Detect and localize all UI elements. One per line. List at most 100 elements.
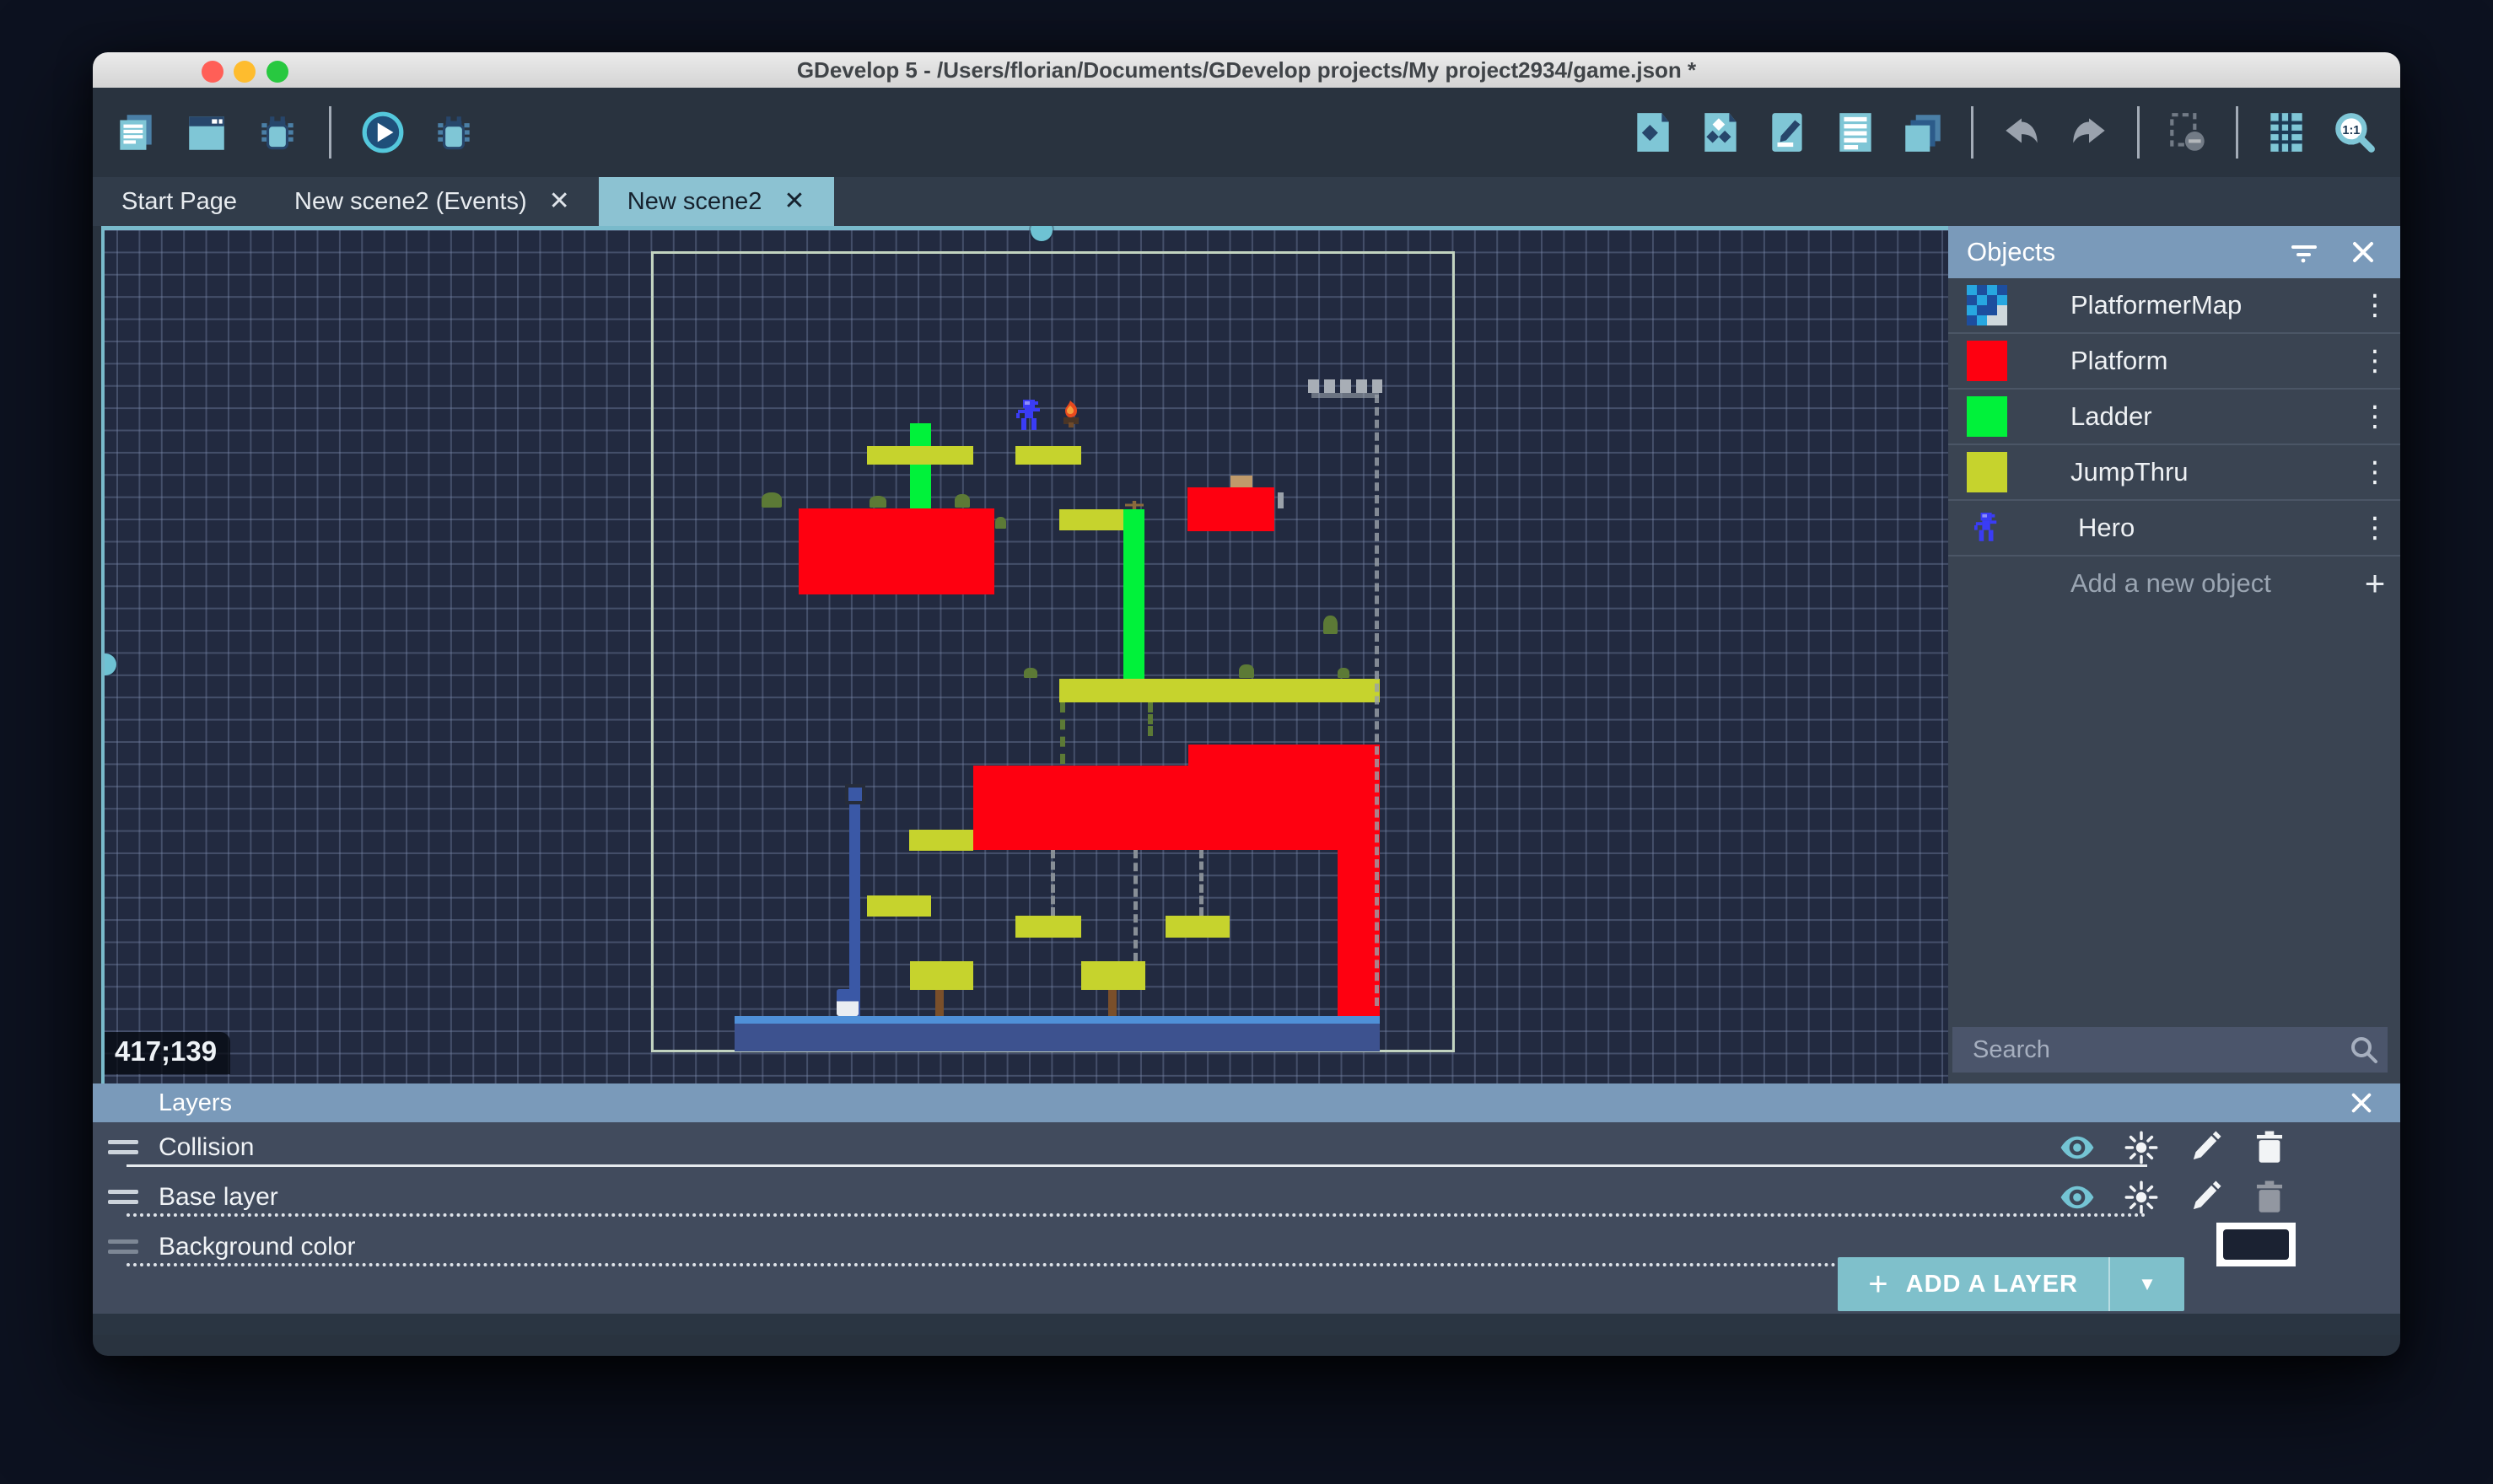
scene-object-vine[interactable] <box>1148 702 1153 736</box>
scene-object-jumpthru[interactable] <box>1166 916 1230 938</box>
scene-object-grass[interactable] <box>1024 668 1037 678</box>
scene-object-grass[interactable] <box>1239 664 1254 678</box>
scene-object-dashline[interactable] <box>1375 395 1379 1006</box>
redo-icon[interactable] <box>2065 108 2113 157</box>
tab-start-page[interactable]: Start Page <box>93 177 266 226</box>
scene-object-torch[interactable] <box>1060 401 1082 427</box>
object-row-ladder[interactable]: Ladder⋮ <box>1948 390 2400 445</box>
add-object-plus-icon[interactable]: + <box>2350 563 2400 604</box>
scene-object-platform[interactable] <box>1187 487 1274 531</box>
add-layer-button[interactable]: + ADD A LAYER ▼ <box>1838 1257 2184 1311</box>
scene-object-platform[interactable] <box>1338 850 1380 1016</box>
scene-object-figure[interactable] <box>837 989 859 1016</box>
scene-object-chain[interactable] <box>1133 850 1138 961</box>
drag-handle-icon[interactable] <box>108 1234 138 1260</box>
scene-object-crate[interactable] <box>1230 476 1252 487</box>
scene-object-grayblocks[interactable] <box>1308 379 1382 393</box>
object-row-platformermap[interactable]: PlatformerMap⋮ <box>1948 278 2400 334</box>
effects-icon[interactable] <box>2122 1178 2161 1217</box>
scene-object-ladder[interactable] <box>910 423 931 508</box>
close-tab-icon[interactable]: ✕ <box>549 189 570 214</box>
scene-object-post[interactable] <box>935 990 944 1017</box>
tab-new-scene2-events-[interactable]: New scene2 (Events) ✕ <box>266 177 599 226</box>
scene-object-sign[interactable] <box>1081 961 1145 990</box>
scene-object-graybit[interactable] <box>1278 492 1284 508</box>
remove-instances-icon[interactable] <box>2163 108 2212 157</box>
tab-new-scene2[interactable]: New scene2 ✕ <box>599 177 834 226</box>
scene-object-jumpthru[interactable] <box>867 446 973 465</box>
scene-object-jumpthru[interactable] <box>1015 916 1081 938</box>
project-manager-icon[interactable] <box>111 108 160 157</box>
drag-handle-icon[interactable] <box>108 1184 138 1210</box>
scene-object-ladder[interactable] <box>1123 509 1144 679</box>
scene-object-jumpthru[interactable] <box>1059 679 1380 702</box>
object-menu-icon[interactable]: ⋮ <box>2350 455 2400 489</box>
object-search-input[interactable] <box>1952 1036 2340 1064</box>
close-layers-panel-icon[interactable] <box>2343 1084 2380 1121</box>
scene-object-grass[interactable] <box>1323 616 1338 634</box>
scene-object-grass[interactable] <box>870 496 886 508</box>
object-menu-icon[interactable]: ⋮ <box>2350 344 2400 378</box>
play-icon[interactable] <box>358 108 407 157</box>
trash-icon[interactable] <box>2250 1178 2289 1217</box>
trash-icon[interactable] <box>2250 1128 2289 1167</box>
object-label: Hero <box>2078 513 2350 543</box>
close-objects-panel-icon[interactable] <box>2345 234 2382 271</box>
object-row-hero[interactable]: Hero⋮ <box>1948 501 2400 556</box>
close-tab-icon[interactable]: ✕ <box>783 189 805 214</box>
debug-icon[interactable] <box>253 108 302 157</box>
canvas-top-accent <box>105 226 1948 230</box>
scene-object-ground[interactable] <box>735 1016 1380 1051</box>
scene-object-grass[interactable] <box>995 517 1006 529</box>
edit-icon[interactable] <box>2186 1128 2225 1167</box>
layer-row-base-layer[interactable]: Base layer <box>93 1172 2400 1222</box>
zoom-1-1-icon[interactable]: 1:1 <box>2329 108 2378 157</box>
debug-play-icon[interactable] <box>429 108 478 157</box>
resize-handle[interactable] <box>101 653 116 675</box>
effects-icon[interactable] <box>2122 1128 2161 1167</box>
eye-icon[interactable] <box>2058 1128 2097 1167</box>
object-row-jumpthru[interactable]: JumpThru⋮ <box>1948 445 2400 501</box>
undo-icon[interactable] <box>1997 108 2046 157</box>
filter-icon[interactable] <box>2286 234 2323 271</box>
scene-object-platform[interactable] <box>799 508 994 594</box>
scene-object-platform[interactable] <box>973 766 1380 850</box>
scene-object-sign[interactable] <box>910 961 973 990</box>
scene-object-chain[interactable] <box>1051 850 1055 916</box>
layer-color-swatch[interactable] <box>2216 1223 2296 1266</box>
drag-handle-icon[interactable] <box>108 1134 138 1160</box>
scene-object-grass[interactable] <box>762 492 782 508</box>
layers-icon[interactable] <box>1898 108 1947 157</box>
properties-icon[interactable] <box>1763 108 1812 157</box>
scene-object-jumpthru[interactable] <box>1059 509 1123 530</box>
object-row-platform[interactable]: Platform⋮ <box>1948 334 2400 390</box>
edit-icon[interactable] <box>2186 1178 2225 1217</box>
add-layer-dropdown-button[interactable]: ▼ <box>2108 1257 2184 1311</box>
scene-object-jumpthru[interactable] <box>867 895 931 917</box>
preview-window-icon[interactable] <box>182 108 231 157</box>
object-icon[interactable] <box>1629 108 1677 157</box>
scene-object-cap[interactable] <box>845 784 865 804</box>
scene-object-post[interactable] <box>1108 990 1117 1017</box>
object-menu-icon[interactable]: ⋮ <box>2350 511 2400 545</box>
scene-object-vine[interactable] <box>1060 702 1065 764</box>
scene-object-chain[interactable] <box>1199 850 1203 916</box>
cursor-coordinates-badge: 417;139 <box>105 1032 230 1074</box>
scene-object-platform[interactable] <box>1188 745 1380 766</box>
eye-icon[interactable] <box>2058 1178 2097 1217</box>
grid-icon[interactable] <box>2262 108 2311 157</box>
scene-object-jumpthru[interactable] <box>909 830 973 851</box>
object-menu-icon[interactable]: ⋮ <box>2350 288 2400 322</box>
layer-row-collision[interactable]: Collision <box>93 1122 2400 1172</box>
scene-object-pole[interactable] <box>849 793 860 1016</box>
object-menu-icon[interactable]: ⋮ <box>2350 400 2400 433</box>
scene-object-grass[interactable] <box>955 494 970 508</box>
scene-object-grass[interactable] <box>1338 668 1349 678</box>
scene-canvas[interactable]: 417;139 <box>101 226 1948 1083</box>
scene-object-hero[interactable] <box>1016 400 1043 432</box>
instances-list-icon[interactable] <box>1831 108 1880 157</box>
scene-object-jumpthru[interactable] <box>1015 446 1081 465</box>
objects-group-icon[interactable] <box>1696 108 1745 157</box>
add-new-object-row[interactable]: Add a new object + <box>1948 556 2400 610</box>
resize-handle[interactable] <box>1031 226 1053 241</box>
